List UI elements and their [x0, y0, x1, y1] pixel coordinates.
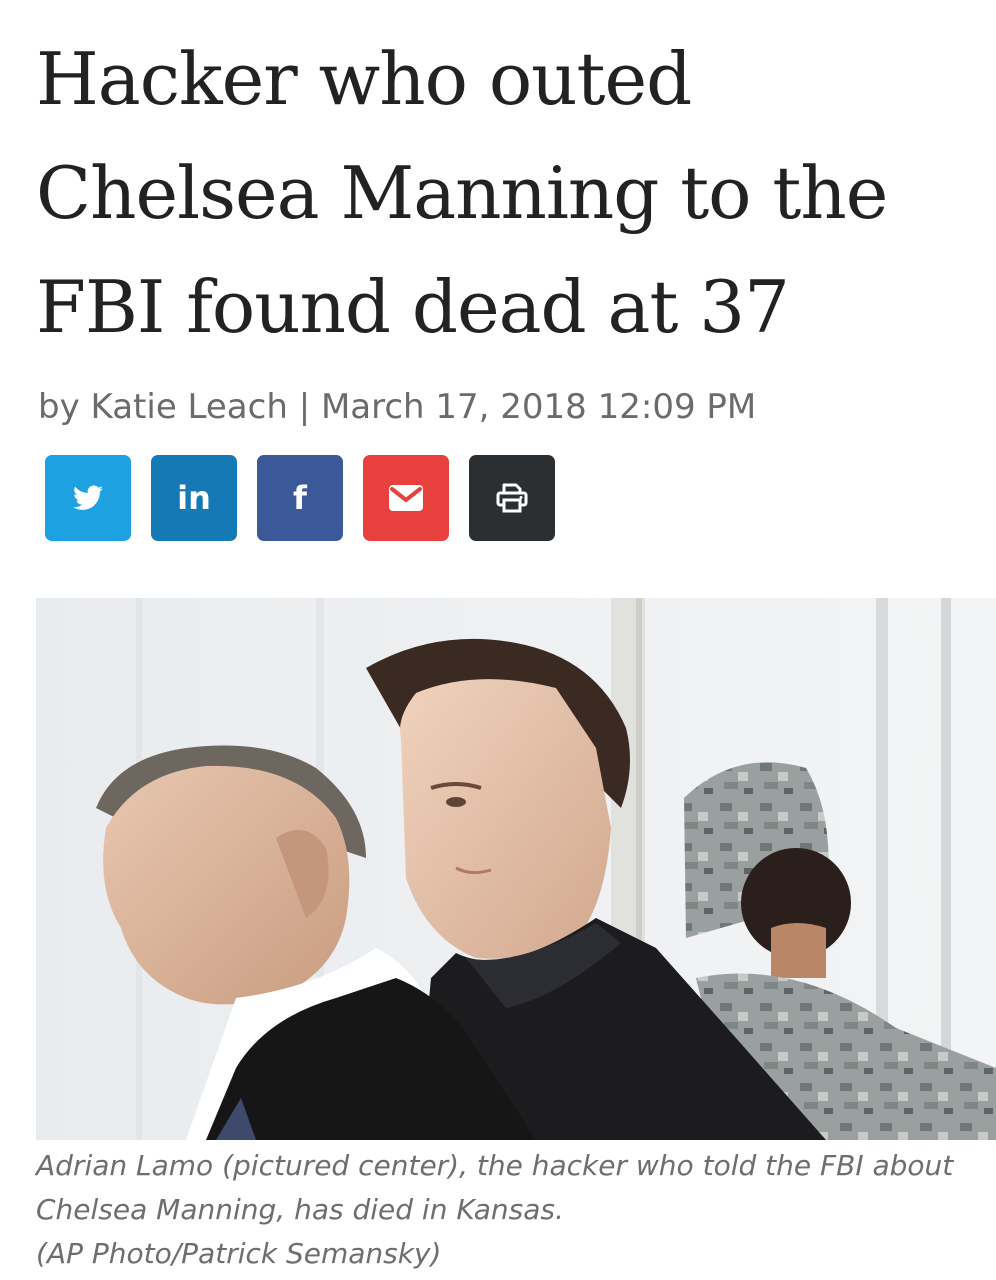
twitter-share-button[interactable] — [45, 455, 131, 541]
linkedin-share-button[interactable]: in — [151, 455, 237, 541]
headline-line: Hacker who outed — [36, 37, 692, 121]
article-photo — [36, 598, 996, 1140]
share-bar: in f — [45, 455, 555, 541]
linkedin-icon: in — [177, 479, 211, 517]
print-button[interactable] — [469, 455, 555, 541]
caption-credit: (AP Photo/Patrick Semansky) — [36, 1237, 442, 1270]
facebook-share-button[interactable]: f — [257, 455, 343, 541]
article-headline: Hacker who outed Chelsea Manning to the … — [36, 22, 976, 364]
caption-line: Chelsea Manning, has died in Kansas. — [36, 1193, 564, 1226]
article-byline: by Katie Leach | March 17, 2018 12:09 PM — [38, 387, 757, 427]
headline-line: Chelsea Manning to the — [36, 151, 888, 235]
printer-icon — [495, 482, 529, 514]
twitter-bird-icon — [73, 485, 103, 511]
facebook-icon: f — [293, 479, 307, 517]
photo-caption: Adrian Lamo (pictured center), the hacke… — [36, 1144, 976, 1276]
caption-line: Adrian Lamo (pictured center), the hacke… — [36, 1149, 954, 1182]
headline-line: FBI found dead at 37 — [36, 265, 790, 349]
envelope-icon — [389, 485, 423, 511]
email-share-button[interactable] — [363, 455, 449, 541]
